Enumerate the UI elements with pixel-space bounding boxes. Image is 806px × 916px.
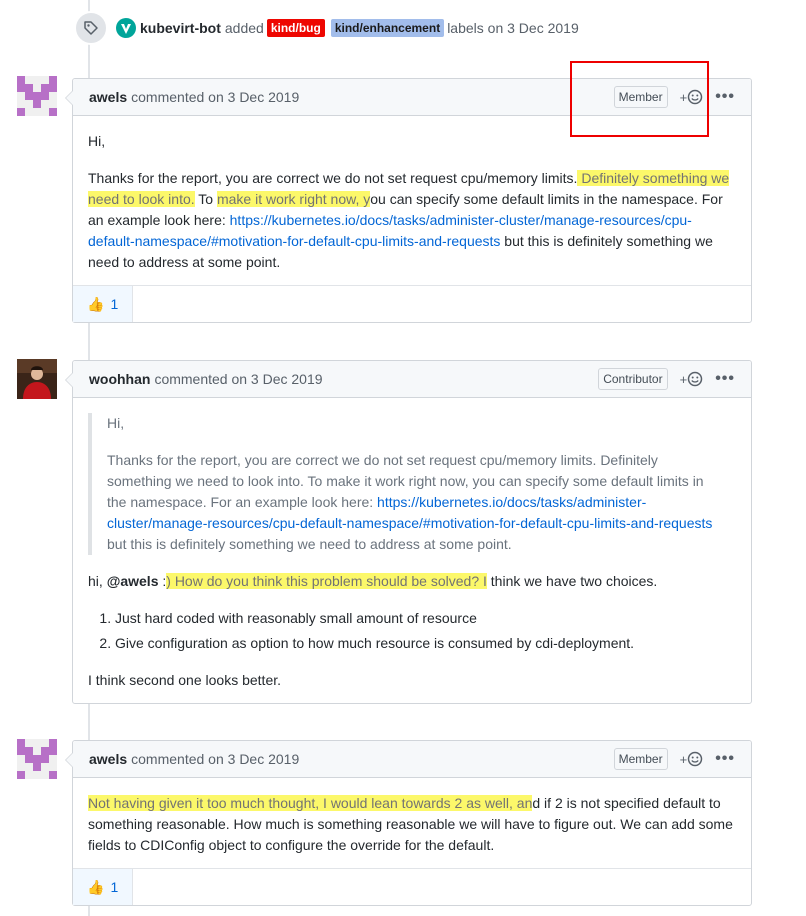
smiley-icon [687, 751, 703, 767]
avatar-awels[interactable] [17, 739, 57, 779]
comment-awels-2: awels commented on 3 Dec 2019 Member + •… [65, 740, 752, 906]
comment-meta[interactable]: commented on 3 Dec 2019 [131, 89, 299, 105]
more-options-icon[interactable]: ••• [715, 751, 735, 767]
event-suffix: labels on 3 Dec 2019 [447, 20, 579, 36]
event-text: kubevirt-bot added kind/bug kind/enhance… [140, 19, 579, 37]
reaction-count: 1 [110, 879, 119, 895]
comment-closing: I think second one looks better. [88, 672, 282, 688]
comment-paragraph: Thanks for the report, you are correct w… [88, 168, 736, 273]
mention-awels[interactable]: @awels [107, 573, 159, 589]
highlighted-text: Not having given it too much thought, I … [88, 795, 533, 811]
comment-body: Not having given it too much thought, I … [73, 778, 751, 868]
comment-header: woohhan commented on 3 Dec 2019 Contribu… [65, 361, 751, 398]
smiley-icon [687, 371, 703, 387]
reaction-count: 1 [110, 296, 119, 312]
quote-tail: but this is definitely something we need… [107, 536, 512, 552]
role-badge: Member [613, 748, 668, 770]
comment-body: Hi, Thanks for the report, you are corre… [73, 398, 751, 703]
plus-icon: + [679, 371, 688, 387]
thumbs-up-icon: 👍 [87, 295, 105, 312]
text-segment: To [194, 191, 217, 207]
event-action: added [224, 20, 264, 36]
list-item: Just hard coded with reasonably small am… [115, 608, 736, 629]
label-kind-enhancement[interactable]: kind/enhancement [330, 19, 445, 37]
quoted-reply: Hi, Thanks for the report, you are corre… [88, 413, 736, 555]
highlighted-text: ) How do you think this problem should b… [166, 573, 487, 589]
comment-woohhan: woohhan commented on 3 Dec 2019 Contribu… [65, 360, 752, 704]
comment-meta[interactable]: commented on 3 Dec 2019 [154, 371, 322, 387]
text-segment: think we have two choices. [486, 573, 658, 589]
comment-paragraph: Not having given it too much thought, I … [88, 793, 736, 856]
avatar-woohhan[interactable] [17, 359, 57, 399]
bot-avatar[interactable] [116, 18, 136, 38]
annotation-red-box [570, 61, 709, 137]
add-reaction-button[interactable]: + [680, 371, 704, 387]
thumbs-up-icon: 👍 [87, 878, 105, 895]
text-segment: Thanks for the report, you are correct w… [88, 170, 578, 186]
role-badge: Contributor [598, 368, 668, 390]
quote-paragraph: Thanks for the report, you are correct w… [107, 450, 721, 555]
comment-paragraph: hi, @awels :) How do you think this prob… [88, 571, 736, 592]
more-options-icon[interactable]: ••• [715, 371, 735, 387]
thumbs-up-reaction[interactable]: 👍 1 [73, 869, 134, 905]
comment-body: Hi, Thanks for the report, you are corre… [73, 116, 751, 285]
comment-author[interactable]: awels [89, 751, 127, 767]
quote-greeting: Hi, [107, 415, 125, 431]
more-options-icon[interactable]: ••• [715, 89, 735, 105]
list-item: Give configuration as option to how much… [115, 633, 736, 654]
plus-icon: + [679, 751, 688, 767]
comment-author[interactable]: awels [89, 89, 127, 105]
reactions-bar: 👍 1 [73, 868, 751, 905]
thumbs-up-reaction[interactable]: 👍 1 [73, 286, 134, 322]
choices-list: Just hard coded with reasonably small am… [88, 608, 736, 654]
comment-meta[interactable]: commented on 3 Dec 2019 [131, 751, 299, 767]
comment-author[interactable]: woohhan [89, 371, 150, 387]
text-segment: hi, [88, 573, 107, 589]
label-event: kubevirt-bot added kind/bug kind/enhance… [74, 11, 579, 45]
tag-icon [74, 11, 108, 45]
comment-header: awels commented on 3 Dec 2019 Member + •… [65, 741, 751, 778]
highlighted-text: make it work right now, y [216, 191, 371, 207]
add-reaction-button[interactable]: + [680, 751, 704, 767]
reactions-bar: 👍 1 [73, 285, 751, 322]
avatar-awels[interactable] [17, 76, 57, 116]
event-actor[interactable]: kubevirt-bot [140, 20, 221, 36]
label-kind-bug[interactable]: kind/bug [266, 19, 325, 37]
